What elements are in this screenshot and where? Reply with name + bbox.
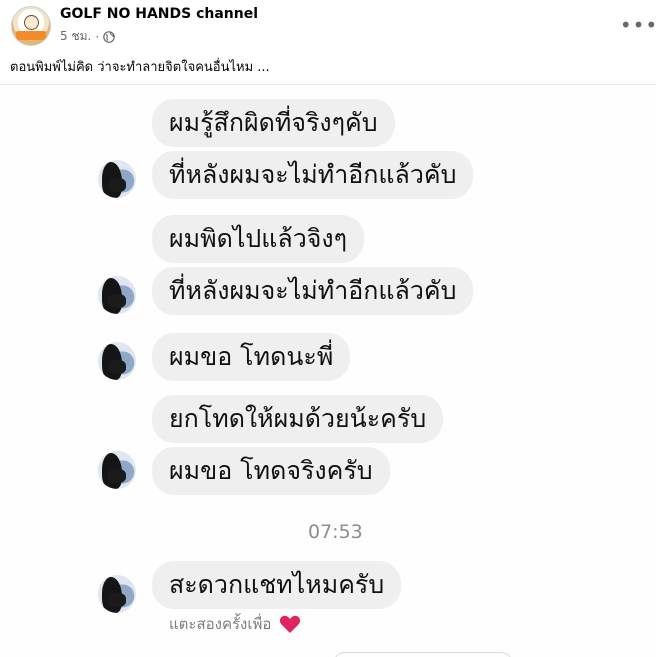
post-meta: 5 ชม. · [60, 27, 115, 46]
logo-band [16, 31, 46, 40]
message-bubble: ที่หลังผมจะไม่ทำอีกแล้วคับ [152, 267, 474, 315]
meta-separator: · [95, 29, 100, 44]
sender-avatar [98, 276, 136, 314]
logo-face [24, 15, 39, 30]
message-bubble: ที่หลังผมจะไม่ทำอีกแล้วคับ [152, 151, 474, 199]
message-bubble: ผมรู้สึกผิดที่จริงๆคับ [152, 99, 395, 147]
avatar-figure [108, 360, 126, 374]
avatar-figure [108, 178, 126, 192]
avatar-figure [108, 593, 126, 607]
more-options-icon[interactable]: ••• [620, 10, 656, 40]
sender-avatar [98, 451, 136, 489]
message-bubble: ผมขอ โทดนะพี่ [152, 333, 351, 381]
reaction-hint-row: แตะสองครั้งเพื่อ [169, 612, 301, 636]
post-time[interactable]: 5 ชม. [60, 27, 91, 46]
sender-avatar [98, 342, 136, 380]
avatar-figure [108, 294, 126, 308]
post-header: GOLF NO HANDS channel 5 ชม. · ••• ตอนพิม… [0, 0, 656, 84]
post-caption: ตอนพิมพ์ไม่คิด ว่าจะทำลายจิตใจคนอื่นไหม … [10, 60, 270, 75]
message-bubble: ผมขอ โทดจริงครับ [152, 447, 390, 495]
partial-message-bubble [333, 652, 513, 657]
message-bubble: ผมพิดไปแล้วจิงๆ [152, 215, 365, 263]
message-bubble: ยกโทดให้ผมด้วยน้ะครับ [152, 395, 444, 443]
heart-icon[interactable] [279, 614, 301, 634]
chat-screenshot: ผมรู้สึกผิดที่จริงๆคับ ที่หลังผมจะไม่ทำอ… [0, 84, 656, 657]
message-bubble: สะดวกแชทไหมครับ [152, 561, 402, 609]
reaction-hint: แตะสองครั้งเพื่อ [169, 615, 272, 633]
page-avatar[interactable] [11, 6, 51, 46]
globe-icon[interactable] [103, 30, 115, 43]
sender-avatar [98, 160, 136, 198]
sender-avatar [98, 575, 136, 613]
page-name[interactable]: GOLF NO HANDS channel [60, 6, 258, 22]
chat-timestamp: 07:53 [308, 521, 363, 543]
avatar-figure [108, 469, 126, 483]
